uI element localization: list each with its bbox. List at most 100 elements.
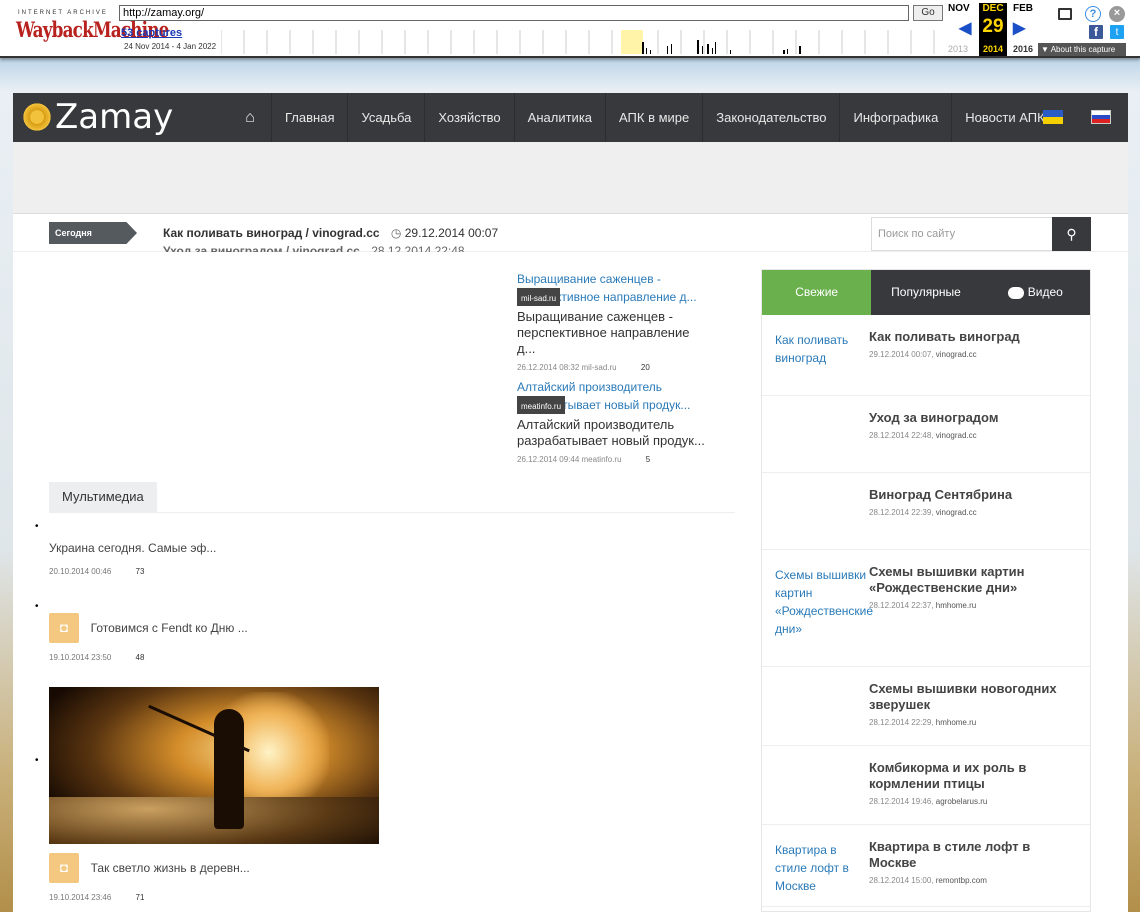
- bullet-icon: •: [35, 601, 39, 612]
- ticker-title: Как поливать виноград / vinograd.cc: [163, 226, 380, 240]
- news-title[interactable]: Виноград Сентябрина: [869, 487, 1078, 503]
- search-button[interactable]: ⚲: [1052, 217, 1091, 251]
- ticker-time: 29.12.2014 00:07: [404, 226, 499, 240]
- ticker-item[interactable]: Как поливать виноград / vinograd.cc ◷ 29…: [163, 226, 498, 240]
- facebook-icon[interactable]: f: [1089, 25, 1103, 39]
- news-title[interactable]: Квартира в стиле лофт в Москве: [869, 839, 1078, 871]
- sidebar-news-item[interactable]: Виноград Сентябрина 28.12.2014 22:39, vi…: [762, 473, 1090, 550]
- news-thumb[interactable]: Как поливать виноград: [775, 331, 869, 367]
- news-title[interactable]: Уход за виноградом: [869, 410, 1078, 426]
- site-logo[interactable]: Zamay: [21, 97, 174, 137]
- prev-month[interactable]: NOV: [948, 3, 970, 14]
- list-item: • Украина сегодня. Самые эф... 20.10.201…: [33, 521, 733, 601]
- sponsored-meta: 26.12.2014 09:44 meatinfo.ru 5: [517, 455, 707, 464]
- ukraine-flag-icon[interactable]: [1043, 110, 1063, 124]
- sidebar-news-item[interactable]: Схемы вышивки новогодних зверушек 28.12.…: [762, 667, 1090, 746]
- ticker-label: Сегодня: [49, 222, 137, 244]
- about-capture-button[interactable]: ▼ About this capture: [1038, 43, 1126, 56]
- clock-icon: ◷: [390, 226, 402, 240]
- multimedia-meta: 19.10.2014 23:50 48: [49, 653, 733, 662]
- sponsored-item[interactable]: Выращивание саженцев - перспективное нап…: [517, 270, 707, 372]
- news-source: agrobelarus.ru: [935, 797, 988, 806]
- bullet-icon: •: [35, 755, 39, 766]
- next-month[interactable]: FEB: [1013, 3, 1033, 14]
- sponsored-title[interactable]: Алтайский производитель разрабатывает но…: [517, 417, 707, 449]
- nav-item-apk-v-mire[interactable]: АПК в мире: [605, 93, 702, 142]
- news-source: vinograd.cc: [935, 431, 977, 440]
- go-button[interactable]: Go: [913, 5, 943, 21]
- brand-name: Zamay: [55, 97, 174, 137]
- twitter-icon[interactable]: t: [1110, 25, 1124, 39]
- ticker-next-item[interactable]: Уход за виноградом / vinograd.cc 28.12.2…: [163, 244, 465, 252]
- nav-item-hozyaystvo[interactable]: Хозяйство: [424, 93, 513, 142]
- multimedia-title: Так светло жизнь в деревн...: [90, 861, 250, 875]
- news-title[interactable]: Схемы вышивки новогодних зверушек: [869, 681, 1078, 713]
- capture-sparkline[interactable]: [221, 30, 941, 54]
- sponsored-image[interactable]: Выращивание саженцев - перспективное нап…: [517, 270, 707, 306]
- hay-barn-photo[interactable]: [49, 687, 379, 844]
- multimedia-row[interactable]: ◘ Так светло жизнь в деревн...: [49, 853, 733, 883]
- tab-popular[interactable]: Популярные: [871, 270, 981, 315]
- sponsored-item[interactable]: Алтайский производитель разрабатывает но…: [517, 378, 707, 464]
- multimedia-meta: 19.10.2014 23:46 71: [49, 893, 733, 902]
- sidebar-news-item[interactable]: Схемы вышивки картин «Рождественские дни…: [762, 550, 1090, 667]
- news-meta: 29.12.2014 00:07, vinograd.cc: [869, 350, 1078, 359]
- multimedia-row[interactable]: ◘ Готовимся с Fendt ко Дню ...: [49, 601, 733, 643]
- sidebar-news-item[interactable]: Квартира в стиле лофт в Москве Квартира …: [762, 825, 1090, 907]
- site-header: Zamay ⌂ Главная Усадьба Хозяйство Аналит…: [13, 93, 1128, 142]
- news-title[interactable]: Схемы вышивки картин «Рождественские дни…: [869, 564, 1078, 596]
- camera-icon: ◘: [49, 613, 79, 643]
- news-title[interactable]: Комбикорма и их роль в кормлении птицы: [869, 760, 1078, 792]
- nav-item-usadba[interactable]: Усадьба: [347, 93, 424, 142]
- wayback-toolbar: INTERNET ARCHIVE WaybackMachine http://z…: [0, 0, 1140, 58]
- next-capture-arrow-icon[interactable]: ▶: [1013, 18, 1025, 38]
- nav-item-novosti-apk[interactable]: Новости АПК: [951, 93, 1057, 142]
- sidebar-news-item[interactable]: Комбикорма и их роль в кормлении птицы 2…: [762, 746, 1090, 825]
- sponsored-date: 26.12.2014 08:32: [517, 363, 580, 372]
- window-icon[interactable]: [1058, 8, 1072, 20]
- sidebar-news-item[interactable]: Уход за виноградом 28.12.2014 22:48, vin…: [762, 396, 1090, 473]
- search-icon: ⚲: [1066, 226, 1077, 242]
- multimedia-title: Готовимся с Fendt ко Дню ...: [90, 621, 248, 635]
- prev-year[interactable]: 2013: [948, 44, 968, 54]
- news-title[interactable]: Как поливать виноград: [869, 329, 1078, 345]
- multimedia-date: 19.10.2014 23:46: [49, 893, 112, 902]
- list-item: • ◘ Готовимся с Fendt ко Дню ... 19.10.2…: [33, 601, 733, 687]
- multimedia-meta: 20.10.2014 00:46 73: [49, 567, 733, 576]
- news-thumb[interactable]: Квартира в стиле лофт в Москве: [775, 841, 869, 895]
- close-icon[interactable]: ×: [1109, 6, 1125, 22]
- home-icon[interactable]: ⌂: [229, 93, 271, 142]
- sidebar-news-item[interactable]: Как поливать виноград Как поливать виног…: [762, 315, 1090, 396]
- next-year[interactable]: 2016: [1013, 44, 1033, 54]
- help-icon[interactable]: ?: [1085, 6, 1101, 22]
- tab-fresh[interactable]: Свежие: [762, 270, 872, 315]
- sponsored-domain: meatinfo.ru: [517, 396, 566, 414]
- camera-icon: ◘: [49, 853, 79, 883]
- multimedia-title[interactable]: Украина сегодня. Самые эф...: [49, 521, 733, 555]
- sponsored-image[interactable]: Алтайский производитель разрабатывает но…: [517, 378, 707, 414]
- section-divider: [49, 512, 735, 513]
- url-input[interactable]: http://zamay.org/: [119, 5, 909, 21]
- nav-item-glavnaya[interactable]: Главная: [271, 93, 347, 142]
- nav-item-analitika[interactable]: Аналитика: [513, 93, 605, 142]
- tab-multimedia[interactable]: Мультимедиа: [49, 482, 157, 512]
- farmer-silhouette: [214, 709, 244, 829]
- sponsored-source: meatinfo.ru: [581, 455, 622, 464]
- prev-capture-arrow-icon[interactable]: ◀: [959, 18, 971, 38]
- chat-bubble-icon: [1007, 286, 1024, 299]
- news-meta: 28.12.2014 22:29, hmhome.ru: [869, 718, 1078, 727]
- tab-video-label: Видео: [1027, 285, 1063, 299]
- news-thumb[interactable]: Схемы вышивки картин «Рождественские дни…: [775, 566, 873, 638]
- sponsored-count: 20: [640, 363, 650, 372]
- about-capture-label: About this capture: [1050, 45, 1116, 54]
- captures-link[interactable]: 53 captures: [121, 27, 182, 39]
- news-date: 28.12.2014 22:29,: [869, 718, 934, 727]
- sponsored-title[interactable]: Выращивание саженцев - перспективное нап…: [517, 309, 707, 357]
- tab-video[interactable]: Видео: [980, 270, 1090, 315]
- main-nav: ⌂ Главная Усадьба Хозяйство Аналитика АП…: [229, 93, 1058, 142]
- search-input[interactable]: Поиск по сайту: [871, 217, 1053, 251]
- news-source: vinograd.cc: [935, 508, 977, 517]
- nav-item-infografika[interactable]: Инфографика: [839, 93, 951, 142]
- nav-item-zakonodatelstvo[interactable]: Законодательство: [702, 93, 839, 142]
- russia-flag-icon[interactable]: [1091, 110, 1111, 124]
